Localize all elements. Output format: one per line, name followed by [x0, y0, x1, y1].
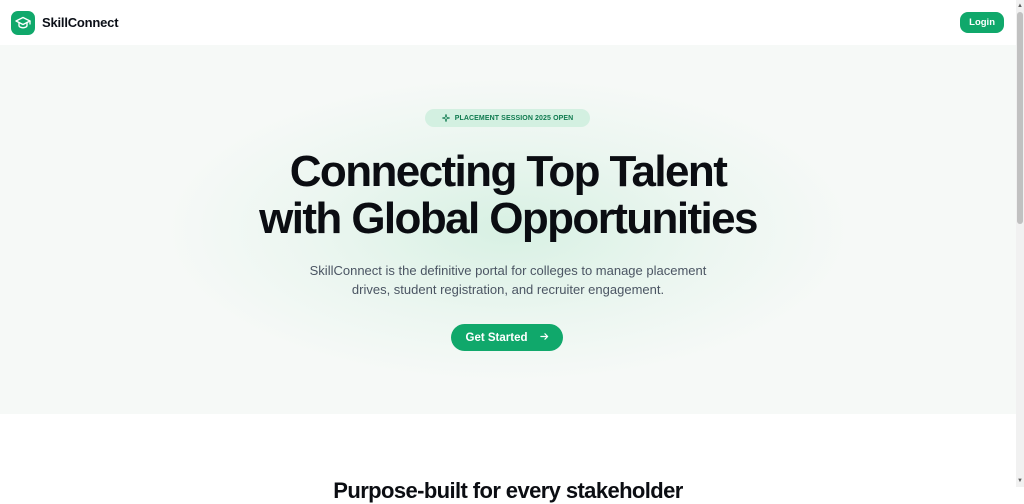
page-scrollbar[interactable]: ▲ ▼	[1016, 0, 1024, 487]
sparkle-icon	[441, 109, 450, 127]
arrow-right-icon	[539, 332, 549, 344]
top-navbar: SkillConnect Login	[0, 0, 1016, 45]
brand-name: SkillConnect	[42, 15, 119, 30]
badge-text: PLACEMENT SESSION 2025 OPEN	[454, 114, 574, 122]
graduation-cap-icon	[11, 10, 35, 35]
hero-subtitle-line-1: SkillConnect is the definitive portal fo…	[309, 263, 707, 278]
stakeholders-section: Purpose-built for every stakeholder	[0, 414, 1016, 503]
scroll-down-icon[interactable]: ▼	[1016, 476, 1024, 486]
hero-subtitle-line-2: drives, student registration, and recrui…	[351, 282, 665, 297]
scroll-up-icon[interactable]: ▲	[1016, 1, 1024, 11]
placement-session-badge: PLACEMENT SESSION 2025 OPEN	[425, 109, 590, 127]
hero-subtitle: SkillConnect is the definitive portal fo…	[0, 261, 1016, 299]
get-started-button[interactable]: Get Started	[451, 324, 563, 351]
hero-title: Connecting Top Talent with Global Opport…	[0, 148, 1016, 242]
hero-title-line-1: Connecting Top Talent	[289, 147, 728, 196]
stakeholders-heading: Purpose-built for every stakeholder	[333, 478, 683, 503]
brand-link[interactable]: SkillConnect	[11, 10, 119, 35]
hero-section: PLACEMENT SESSION 2025 OPEN Connecting T…	[0, 45, 1016, 415]
login-button[interactable]: Login	[960, 12, 1004, 33]
hero-title-line-2: with Global Opportunities	[259, 194, 758, 243]
scrollbar-thumb[interactable]	[1017, 12, 1023, 224]
get-started-label: Get Started	[465, 331, 528, 344]
